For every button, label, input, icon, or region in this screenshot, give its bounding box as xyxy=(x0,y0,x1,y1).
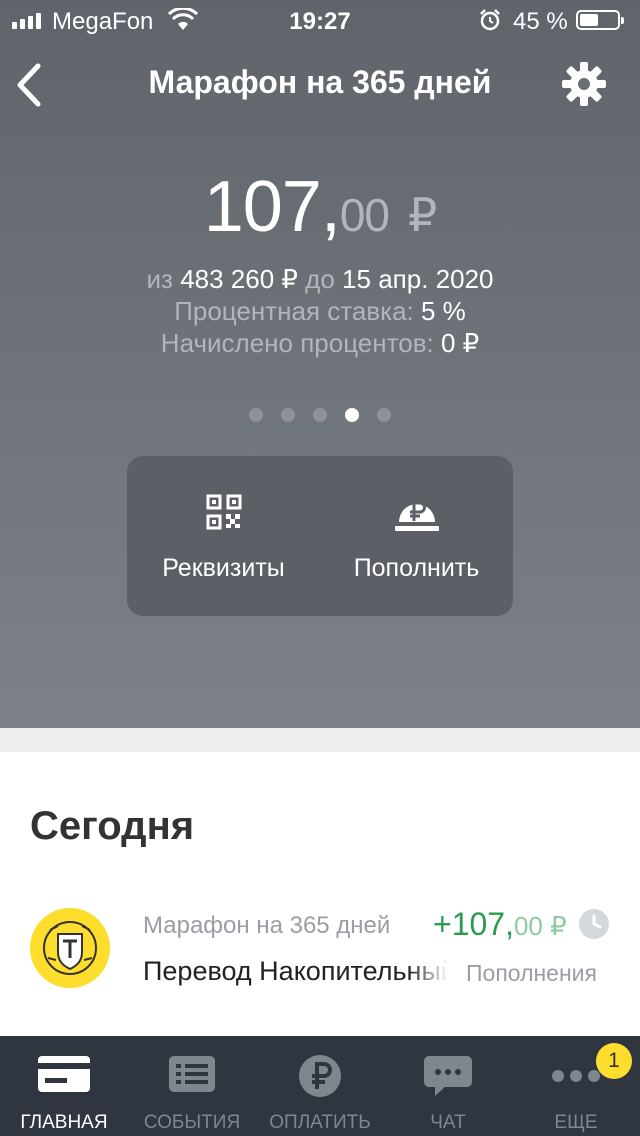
operation-row[interactable]: Марафон на 365 дней Перевод Накопительны… xyxy=(0,900,640,1010)
goal-prefix: из xyxy=(146,264,173,294)
interest-value: 0 ₽ xyxy=(440,328,480,358)
rate-label: Процентная ставка: xyxy=(174,296,414,326)
ruble-icon xyxy=(299,1055,341,1097)
battery-percent: 45 % xyxy=(513,8,568,35)
tab-bar: ГЛАВНАЯ СОБЫТИЯ ОПЛАТИТЬ ЧАТ ЕЩЕ xyxy=(0,1036,640,1136)
account-header: MegaFon 19:27 45 % Марафон на 365 дней 1… xyxy=(0,0,640,752)
notification-badge: 1 xyxy=(596,1043,632,1079)
page-dot[interactable] xyxy=(249,408,263,422)
top-up-label: Пополнить xyxy=(353,554,480,582)
tab-chat[interactable]: ЧАТ xyxy=(384,1036,512,1136)
card-icon xyxy=(38,1056,90,1092)
rate-value: 5 % xyxy=(421,296,466,326)
amount-fraction: 00 ₽ xyxy=(513,911,567,941)
page-dot[interactable] xyxy=(345,408,359,422)
operation-name: Перевод Накопительный счет xyxy=(143,956,448,987)
page-dot[interactable] xyxy=(313,408,327,422)
gear-icon[interactable] xyxy=(560,60,608,108)
tinkoff-logo-icon xyxy=(30,908,110,988)
section-title: Сегодня xyxy=(30,804,195,848)
requisites-button[interactable]: Реквизиты xyxy=(127,456,320,616)
battery-icon xyxy=(576,10,624,30)
alarm-icon xyxy=(480,9,500,31)
top-up-button[interactable]: Пополнить xyxy=(320,456,513,616)
balance-currency: ₽ xyxy=(408,189,437,241)
tab-events-label: СОБЫТИЯ xyxy=(143,1112,241,1133)
page-dot[interactable] xyxy=(377,408,391,422)
balance-whole: 107, xyxy=(203,167,341,247)
operation-category: Марафон на 365 дней xyxy=(143,912,391,939)
amount-main: +107, xyxy=(433,906,514,942)
tab-pay[interactable]: ОПЛАТИТЬ xyxy=(256,1036,384,1136)
account-actions: Реквизиты Пополнить xyxy=(127,456,513,616)
goal-line: из 483 260 ₽ до 15 апр. 2020 xyxy=(0,264,640,295)
ruble-coin-icon xyxy=(394,501,439,531)
requisites-label: Реквизиты xyxy=(162,554,285,582)
balance-fraction: 00 xyxy=(339,189,390,241)
page-title: Марафон на 365 дней xyxy=(148,64,492,100)
clock-icon xyxy=(579,909,609,939)
tab-pay-label: ОПЛАТИТЬ xyxy=(269,1112,371,1133)
tab-more-label: ЕЩЕ xyxy=(554,1112,598,1133)
sheet-edge xyxy=(0,728,640,752)
goal-deadline: 15 апр. 2020 xyxy=(342,264,494,294)
chat-icon xyxy=(424,1056,472,1096)
operation-amount: +107,00 ₽ xyxy=(433,906,567,943)
page-indicator[interactable] xyxy=(0,408,640,422)
tab-chat-label: ЧАТ xyxy=(430,1112,466,1133)
interest-label: Начислено процентов: xyxy=(160,328,434,358)
goal-amount: 483 260 ₽ xyxy=(180,264,298,294)
operation-type: Пополнения xyxy=(466,960,597,986)
tab-home[interactable]: ГЛАВНАЯ xyxy=(0,1036,128,1136)
rate-line: Процентная ставка: 5 % xyxy=(0,296,640,327)
deadline-prefix: до xyxy=(305,264,335,294)
account-balance: 107,00 ₽ xyxy=(0,166,640,248)
interest-line: Начислено процентов: 0 ₽ xyxy=(0,328,640,359)
status-bar: MegaFon 19:27 45 % xyxy=(0,0,640,40)
list-icon xyxy=(169,1056,215,1092)
tab-events[interactable]: СОБЫТИЯ xyxy=(128,1036,256,1136)
more-icon xyxy=(552,1070,600,1082)
qr-code-icon xyxy=(206,494,241,530)
tab-home-label: ГЛАВНАЯ xyxy=(20,1112,108,1133)
page-dot[interactable] xyxy=(281,408,295,422)
